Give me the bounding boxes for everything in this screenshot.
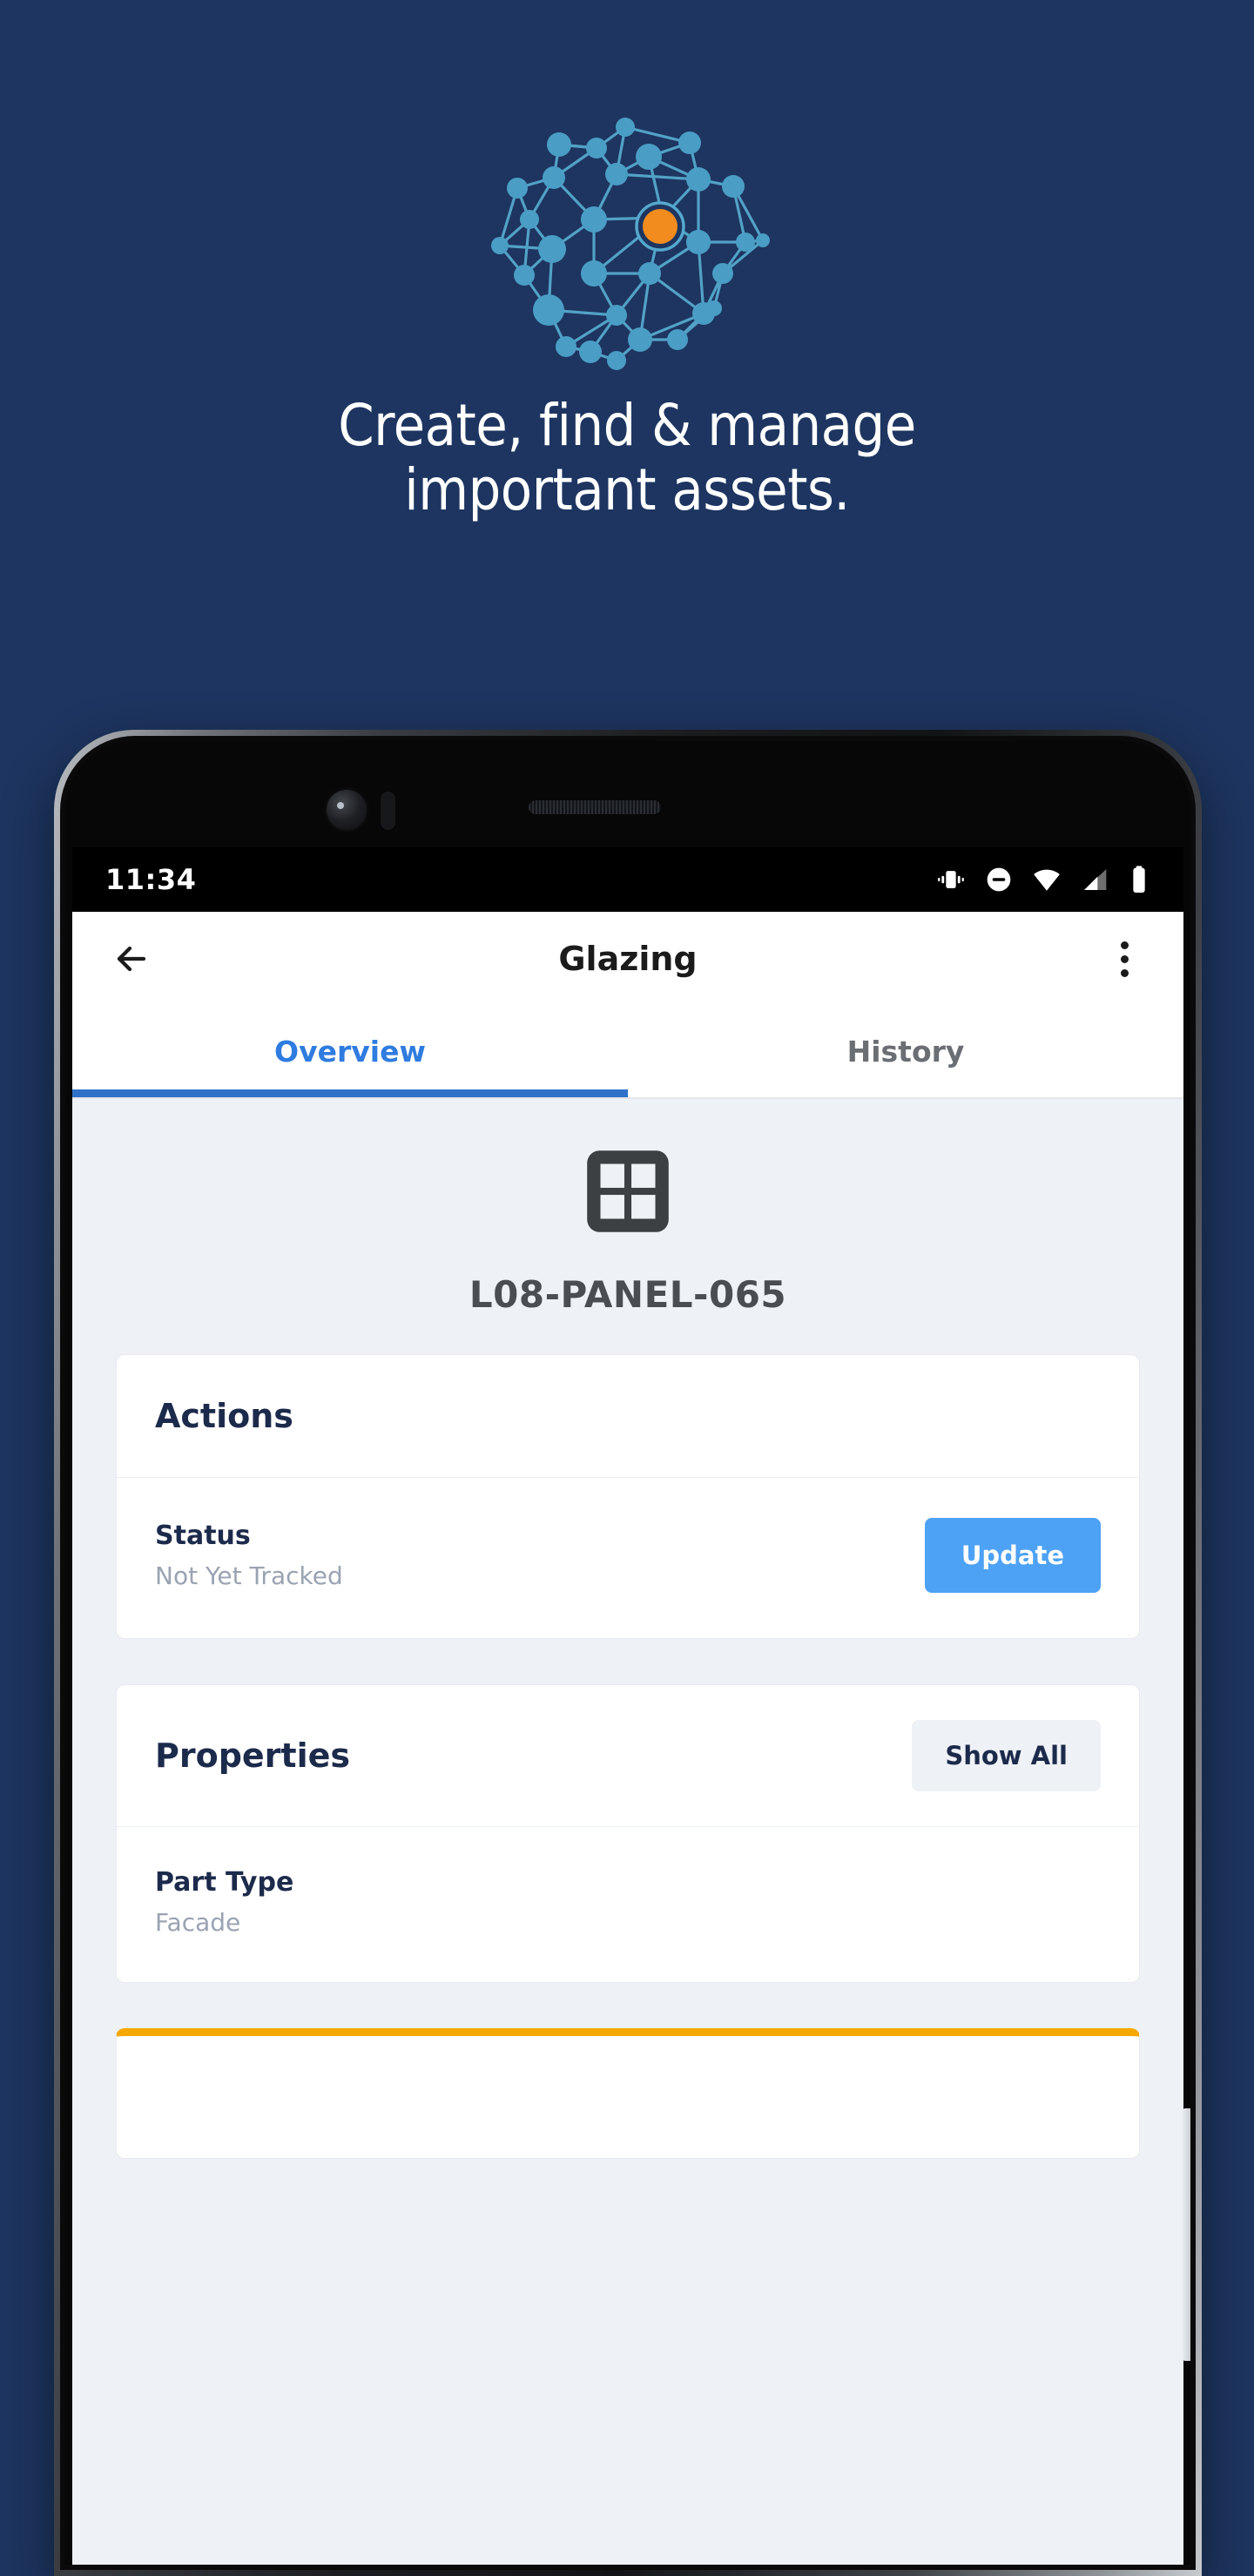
more-vertical-icon <box>1120 968 1129 977</box>
app-bar: Glazing <box>72 912 1183 1006</box>
properties-card-header: Properties Show All <box>117 1685 1139 1826</box>
arrow-left-icon <box>117 946 146 972</box>
vibrate-icon <box>938 871 964 888</box>
accent-card <box>116 2028 1140 2159</box>
show-all-button[interactable]: Show All <box>912 1720 1101 1791</box>
back-button[interactable] <box>104 931 159 987</box>
power-button[interactable] <box>1183 2108 1190 2361</box>
phone-screen: 11:34 Glazing Overview History L08-PANEL… <box>72 847 1183 2565</box>
headline-line-2: important assets. <box>404 455 850 523</box>
tab-bar: Overview History <box>72 1006 1183 1097</box>
properties-card: Properties Show All Part Type Facade <box>116 1684 1140 1983</box>
headline-line-1: Create, find & manage <box>338 392 916 459</box>
phone-mockup: 11:34 Glazing Overview History L08-PANEL… <box>54 730 1202 2576</box>
earpiece-speaker <box>529 800 661 814</box>
status-bar: 11:34 <box>72 847 1183 912</box>
tab-active-indicator <box>72 1089 628 1097</box>
status-label: Status <box>155 1521 251 1551</box>
wifi-icon <box>1034 869 1060 891</box>
tab-history[interactable]: History <box>628 1006 1183 1097</box>
status-bar-clock: 11:34 <box>105 863 197 896</box>
part-type-row: Part Type Facade <box>117 1827 1139 1982</box>
cellular-signal-icon <box>1084 869 1107 890</box>
update-button[interactable]: Update <box>924 1518 1101 1593</box>
accent-card-header <box>117 2036 1139 2158</box>
battery-icon <box>1133 866 1145 894</box>
window-grid-icon <box>587 1150 669 1232</box>
page-title: Glazing <box>558 940 698 978</box>
promo-header: Create, find & manage important assets. <box>0 0 1254 723</box>
front-camera-icon <box>327 790 367 830</box>
actions-card: Actions Status Not Yet Tracked Update <box>116 1354 1140 1639</box>
more-vertical-icon <box>1120 954 1129 963</box>
overflow-menu-button[interactable] <box>1096 931 1152 987</box>
asset-id-label: L08-PANEL-065 <box>469 1273 787 1316</box>
status-value: Not Yet Tracked <box>155 1561 343 1590</box>
part-type-label: Part Type <box>155 1867 294 1898</box>
actions-card-title: Actions <box>155 1397 293 1435</box>
tab-overview[interactable]: Overview <box>72 1006 628 1097</box>
do-not-disturb-icon <box>987 867 1011 892</box>
status-row: Status Not Yet Tracked Update <box>117 1478 1139 1638</box>
actions-card-header: Actions <box>117 1355 1139 1477</box>
asset-header: L08-PANEL-065 <box>72 1099 1183 1354</box>
promo-headline: Create, find & manage important assets. <box>148 394 1106 523</box>
more-vertical-icon <box>1120 941 1129 949</box>
properties-card-title: Properties <box>155 1736 350 1775</box>
part-type-value: Facade <box>155 1908 241 1937</box>
network-graph-logo <box>462 103 792 373</box>
overview-content: L08-PANEL-065 Actions Status Not Yet Tra… <box>72 1099 1183 2565</box>
proximity-sensor-icon <box>381 792 395 830</box>
